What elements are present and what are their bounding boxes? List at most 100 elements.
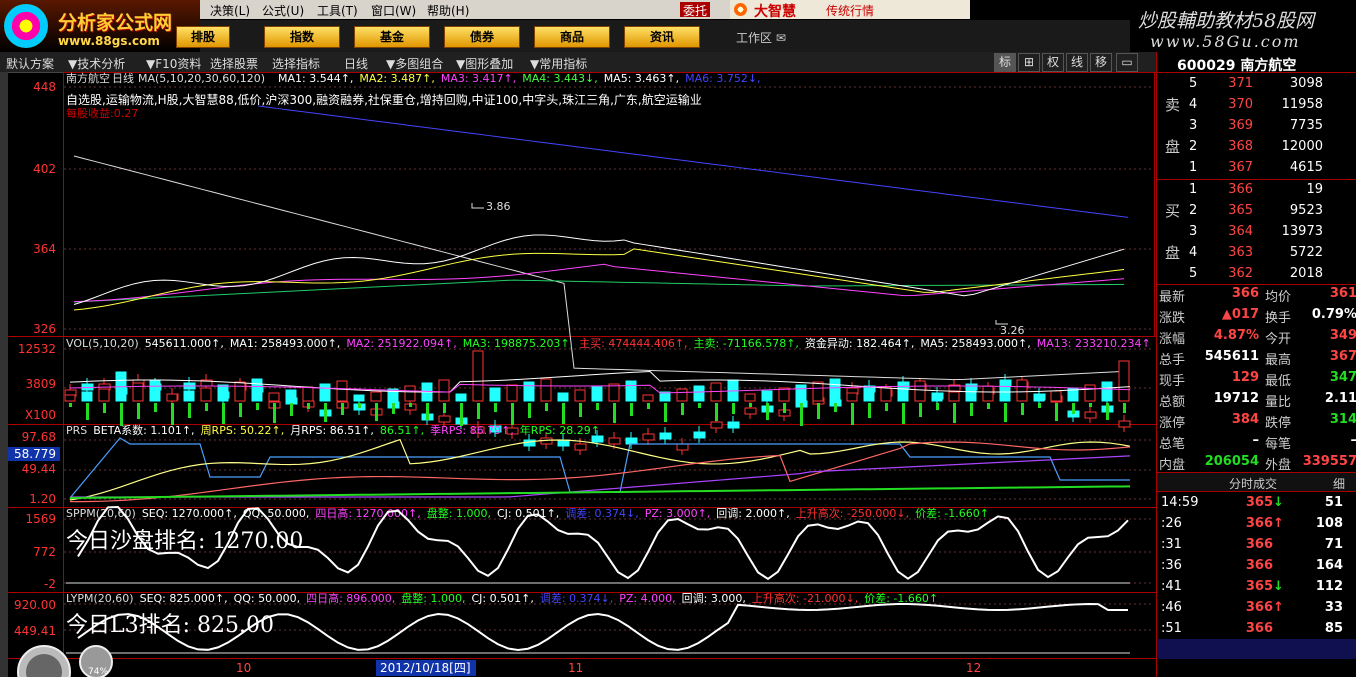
menu-window[interactable]: 窗口(W) (371, 2, 416, 19)
header-item: 上升高次: -21.000↓, (752, 591, 858, 605)
volume: 13973 (1281, 224, 1323, 239)
ticks-title: 分时成交 (1229, 477, 1278, 491)
ma-value: MA4: 3.443↓, (522, 72, 597, 85)
stat-value: 339557 (1302, 454, 1356, 469)
stat-label: 总额 (1159, 395, 1186, 410)
tick-arrow: ↓ (1273, 579, 1284, 594)
header-item: 月RPS: 86.51↑, (290, 424, 374, 437)
vol-unit: X100 (25, 408, 56, 422)
tool-tech-analysis[interactable]: ▼技术分析 (68, 55, 125, 72)
tool-select-stock[interactable]: 选择股票 (210, 55, 258, 72)
tick-volume: 112 (1315, 579, 1343, 594)
weituo-button[interactable]: 委托 (680, 2, 710, 18)
mini-btn-move[interactable]: 移 (1090, 53, 1112, 72)
volume: 2018 (1289, 266, 1323, 281)
header-item: MA1: 258493.000↑, (230, 337, 340, 350)
ticks-detail-button[interactable]: 细 (1333, 475, 1345, 492)
header-item: 四日高: 896.000, (306, 591, 395, 605)
window-restore-icon[interactable]: ▭ (1116, 53, 1138, 72)
stock-name: 南方航空 (66, 72, 110, 85)
tool-common-indicators[interactable]: ▼常用指标 (530, 55, 587, 72)
nav-button-commodities[interactable]: 商品 (534, 26, 610, 48)
tool-daily[interactable]: 日线 (344, 55, 368, 72)
quote-panel: 600029 南方航空 卖 盘 5 371 3098 4 370 11958 3 369 773… (1156, 52, 1356, 677)
tool-multi-chart[interactable]: ▼多图组合 (386, 55, 443, 72)
chevron-down-icon: ▼ (456, 57, 466, 71)
watermark-title: 炒股輔助教材58股网 (1138, 10, 1315, 32)
ma-value: MA1: 3.544↑, (278, 72, 353, 85)
stat-value: 129 (1231, 370, 1259, 385)
header-item: MA5: 258493.000↑, (920, 337, 1030, 350)
tool-default-scheme[interactable]: 默认方案 (6, 55, 54, 72)
low-label: 3.26 (1000, 324, 1025, 337)
watermark: 炒股輔助教材58股网 www.58Gu.com (1130, 0, 1356, 52)
menu-formula[interactable]: 公式(U) (262, 2, 304, 19)
gauge-percent: 74% (88, 667, 108, 677)
tick-volume: 33 (1324, 600, 1343, 615)
nav-button-news[interactable]: 资讯 (624, 26, 700, 48)
menu-tools[interactable]: 工具(T) (317, 2, 358, 19)
watermark-url: www.58Gu.com (1150, 32, 1301, 51)
level: 2 (1189, 203, 1198, 218)
price: 371 (1228, 76, 1253, 91)
header-item: VOL(5,10,20) (66, 337, 139, 350)
stat-label: 换手 (1265, 311, 1292, 326)
menu-decision[interactable]: 决策(L) (210, 2, 250, 19)
sell-label: 卖 (1165, 96, 1181, 114)
ma-value: MA6: 3.752↓, (685, 72, 760, 85)
tick-price: 366 (1245, 600, 1273, 615)
stat-value: 206054 (1204, 454, 1259, 469)
price: 369 (1228, 118, 1253, 133)
product-name: 大智慧 (754, 4, 796, 20)
header-item: BETA系数: 1.101↑, (93, 424, 194, 437)
stat-value: 349 (1329, 328, 1356, 343)
tool-f10[interactable]: ▼F10资料 (146, 55, 201, 72)
ticks-header: 分时成交 细 (1157, 472, 1356, 492)
stat-label: 每笔 (1265, 437, 1292, 452)
price: 364 (1228, 224, 1253, 239)
workarea-menu[interactable]: 工作区 ✉ (736, 29, 786, 46)
prs-tick: 49.44 (22, 462, 56, 476)
nav-button-index[interactable]: 指数 (264, 26, 340, 48)
header-item: CJ: 0.501↑, (472, 592, 534, 605)
vol-header: VOL(5,10,20) 545611.000↑, MA1: 258493.000↑… (66, 336, 1151, 350)
chart-area[interactable]: 南方航空 日线 MA(5,10,20,30,60,120) MA1: 3.544↑,… (8, 72, 1156, 677)
price-tick: 448 (33, 80, 56, 94)
stat-label: 总手 (1159, 353, 1186, 368)
stat-value: – (1301, 433, 1356, 448)
gauge-widget[interactable]: 74% (17, 645, 113, 677)
tool-f10-label: F10资料 (155, 57, 202, 71)
header-item: 调差: 0.374↓, (540, 591, 613, 605)
tick-price: 366 (1245, 621, 1273, 636)
site-name: 分析家公式网 (58, 12, 173, 34)
ma-value: MA5: 3.463↑, (604, 72, 679, 85)
mini-btn-line[interactable]: 线 (1066, 53, 1088, 72)
menu-help[interactable]: 帮助(H) (427, 2, 469, 19)
tick-arrow: ↓ (1273, 495, 1284, 510)
header-item: 主卖: -71166.578↑, (694, 337, 799, 350)
mini-btn-right[interactable]: 权 (1042, 53, 1064, 72)
mini-btn-mark[interactable]: 标 (994, 53, 1016, 72)
stat-label: 内盘 (1159, 458, 1186, 473)
date-label: 11 (568, 661, 583, 675)
stat-label: 现手 (1159, 374, 1186, 389)
header-item: 调差: 0.374↓, (565, 506, 638, 520)
stat-value: 314 (1329, 412, 1356, 427)
date-axis: 10 2012/10/18[四] 11 12 (236, 660, 981, 676)
stat-value: 2.11 (1324, 391, 1356, 406)
sell-label: 盘 (1165, 138, 1181, 156)
mini-btn-grid[interactable]: ⊞ (1018, 53, 1040, 72)
prs-header: PRS BETA系数: 1.101↑, 周RPS: 50.22↑, 月RPS: 86.… (66, 423, 600, 437)
nav-button-stocks[interactable]: 排股 (176, 26, 230, 48)
header-item: 盘整: 1.000, (401, 591, 465, 605)
nav-button-funds[interactable]: 基金 (354, 26, 430, 48)
tool-overlay-label: 图形叠加 (465, 57, 514, 71)
prs-current: 58.779 (14, 447, 56, 461)
level: 2 (1189, 139, 1198, 154)
tool-select-indicator[interactable]: 选择指标 (272, 55, 320, 72)
price: 367 (1228, 160, 1253, 175)
nav-button-bonds[interactable]: 债券 (444, 26, 520, 48)
tool-overlay[interactable]: ▼图形叠加 (456, 55, 513, 72)
stat-value: 19712 (1213, 391, 1259, 406)
header-item: SEQ: 1270.000↑, (142, 507, 237, 520)
